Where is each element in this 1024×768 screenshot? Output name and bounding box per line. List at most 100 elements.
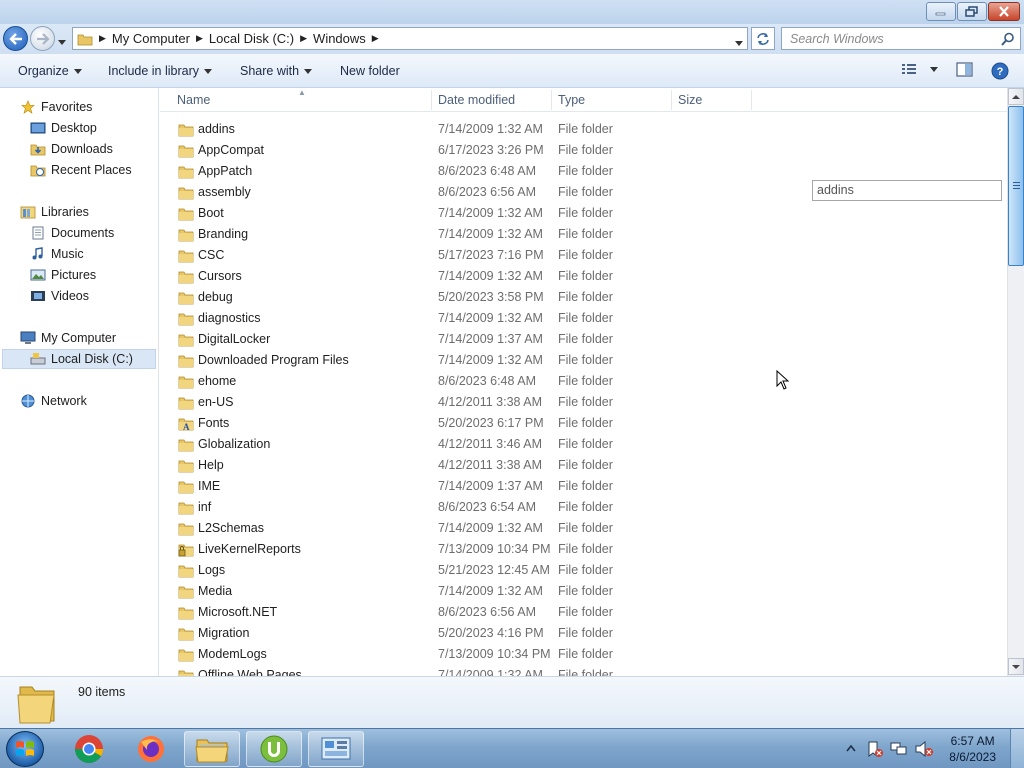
breadcrumb-separator-icon[interactable]: ▶: [196, 33, 203, 44]
nav-desktop[interactable]: Desktop: [30, 118, 97, 138]
table-row[interactable]: Logs 5/21/2023 12:45 AM File folder: [160, 560, 760, 581]
table-row[interactable]: A Fonts 5/20/2023 6:17 PM File folder: [160, 413, 760, 434]
file-name: Branding: [198, 227, 249, 241]
file-name: Boot: [198, 206, 224, 220]
show-desktop-button[interactable]: [1010, 729, 1024, 768]
table-row[interactable]: Media 7/14/2009 1:32 AM File folder: [160, 581, 760, 602]
table-row[interactable]: ehome 8/6/2023 6:48 AM File folder: [160, 371, 760, 392]
table-row[interactable]: Boot 7/14/2009 1:32 AM File folder: [160, 203, 760, 224]
taskbar-explorer[interactable]: [184, 731, 240, 767]
table-row[interactable]: diagnostics 7/14/2009 1:32 AM File folder: [160, 308, 760, 329]
organize-button[interactable]: Organize: [18, 64, 82, 78]
taskbar-firefox[interactable]: [123, 731, 179, 767]
close-button[interactable]: [988, 2, 1020, 21]
folder-icon: [178, 250, 194, 263]
taskbar-utorrent[interactable]: [246, 731, 302, 767]
preview-pane-button[interactable]: [956, 62, 974, 78]
search-icon[interactable]: [1001, 32, 1015, 46]
table-row[interactable]: Cursors 7/14/2009 1:32 AM File folder: [160, 266, 760, 287]
column-header-name[interactable]: Name: [177, 93, 210, 107]
table-row[interactable]: Downloaded Program Files 7/14/2009 1:32 A…: [160, 350, 760, 371]
scroll-thumb[interactable]: [1008, 106, 1024, 266]
column-header-type[interactable]: Type: [558, 93, 585, 107]
table-row[interactable]: Globalization 4/12/2011 3:46 AM File folde…: [160, 434, 760, 455]
table-row[interactable]: IME 7/14/2009 1:37 AM File folder: [160, 476, 760, 497]
system-clock[interactable]: 6:57 AM 8/6/2023: [949, 733, 996, 765]
recent-pages-dropdown[interactable]: [58, 34, 66, 48]
nav-local-disk[interactable]: Local Disk (C:): [2, 349, 156, 369]
change-view-button[interactable]: [900, 62, 938, 76]
vertical-scrollbar[interactable]: [1007, 88, 1024, 676]
breadcrumb-separator-icon[interactable]: ▶: [300, 33, 307, 44]
table-row[interactable]: addins 7/14/2009 1:32 AM File folder: [160, 119, 760, 140]
table-row[interactable]: inf 8/6/2023 6:54 AM File folder: [160, 497, 760, 518]
nav-videos[interactable]: Videos: [30, 286, 89, 306]
rename-field[interactable]: addins: [812, 180, 1002, 201]
breadcrumb-my-computer[interactable]: My Computer: [112, 31, 190, 46]
table-row[interactable]: ModemLogs 7/13/2009 10:34 PM File folder: [160, 644, 760, 665]
restore-button[interactable]: [957, 2, 987, 21]
file-date-modified: 7/13/2009 10:34 PM: [438, 647, 551, 661]
breadcrumb-windows[interactable]: Windows: [313, 31, 366, 46]
nav-libraries[interactable]: Libraries: [20, 202, 89, 222]
scroll-down-button[interactable]: [1008, 658, 1024, 675]
table-row[interactable]: Branding 7/14/2009 1:32 AM File folder: [160, 224, 760, 245]
nav-network[interactable]: Network: [20, 391, 87, 411]
action-center-icon[interactable]: [866, 740, 884, 758]
include-in-library-button[interactable]: Include in library: [108, 64, 213, 78]
table-row[interactable]: CSC 5/17/2023 7:16 PM File folder: [160, 245, 760, 266]
table-row[interactable]: en-US 4/12/2011 3:38 AM File folder: [160, 392, 760, 413]
forward-button[interactable]: [30, 26, 55, 51]
share-with-button[interactable]: Share with: [240, 64, 313, 78]
table-row[interactable]: LiveKernelReports 7/13/2009 10:34 PM File …: [160, 539, 760, 560]
nav-documents[interactable]: Documents: [30, 223, 114, 243]
table-row[interactable]: AppCompat 6/17/2023 3:26 PM File folder: [160, 140, 760, 161]
column-header-date-modified[interactable]: Date modified: [438, 93, 515, 107]
address-history-dropdown[interactable]: [735, 35, 743, 49]
column-divider[interactable]: [671, 90, 672, 110]
table-row[interactable]: Offline Web Pages 7/14/2009 1:32 AM File f…: [160, 665, 760, 676]
utorrent-icon: [260, 735, 288, 763]
taskbar-chrome[interactable]: [61, 731, 117, 767]
nav-my-computer[interactable]: My Computer: [20, 328, 116, 348]
folder-icon: [178, 145, 194, 158]
firefox-icon: [138, 736, 164, 762]
desktop-icon: [30, 122, 46, 134]
show-hidden-icons-icon[interactable]: [846, 744, 856, 752]
volume-muted-icon[interactable]: [914, 740, 934, 758]
address-bar[interactable]: ▶ My Computer ▶ Local Disk (C:) ▶ Window…: [72, 27, 748, 50]
folder-icon: [178, 628, 194, 641]
minimize-button[interactable]: [926, 2, 956, 21]
scroll-up-button[interactable]: [1008, 88, 1024, 105]
nav-desktop-label: Desktop: [51, 121, 97, 135]
nav-pictures[interactable]: Pictures: [30, 265, 96, 285]
network-status-icon[interactable]: [890, 740, 908, 758]
start-button[interactable]: [6, 731, 44, 767]
table-row[interactable]: assembly 8/6/2023 6:56 AM File folder: [160, 182, 760, 203]
nav-music[interactable]: Music: [30, 244, 84, 264]
refresh-button[interactable]: [751, 27, 775, 50]
table-row[interactable]: Help 4/12/2011 3:38 AM File folder: [160, 455, 760, 476]
column-divider[interactable]: [751, 90, 752, 110]
table-row[interactable]: L2Schemas 7/14/2009 1:32 AM File folder: [160, 518, 760, 539]
table-row[interactable]: DigitalLocker 7/14/2009 1:37 AM File folde…: [160, 329, 760, 350]
breadcrumb-separator-icon[interactable]: ▶: [372, 33, 379, 44]
nav-recent-places[interactable]: Recent Places: [30, 160, 132, 180]
table-row[interactable]: Microsoft.NET 8/6/2023 6:56 AM File folder: [160, 602, 760, 623]
table-row[interactable]: debug 5/20/2023 3:58 PM File folder: [160, 287, 760, 308]
file-date-modified: 5/20/2023 6:17 PM: [438, 416, 544, 430]
organize-label: Organize: [18, 64, 69, 78]
nav-downloads[interactable]: Downloads: [30, 139, 113, 159]
nav-favorites[interactable]: Favorites: [20, 97, 92, 117]
help-button[interactable]: ?: [991, 62, 1009, 80]
search-input[interactable]: Search Windows: [781, 27, 1021, 50]
table-row[interactable]: AppPatch 8/6/2023 6:48 AM File folder: [160, 161, 760, 182]
back-button[interactable]: [3, 26, 28, 51]
column-divider[interactable]: [431, 90, 432, 110]
table-row[interactable]: Migration 5/20/2023 4:16 PM File folder: [160, 623, 760, 644]
column-divider[interactable]: [551, 90, 552, 110]
taskbar-control-panel[interactable]: [308, 731, 364, 767]
column-header-size[interactable]: Size: [678, 93, 702, 107]
new-folder-button[interactable]: New folder: [340, 64, 400, 78]
breadcrumb-local-disk[interactable]: Local Disk (C:): [209, 31, 294, 46]
